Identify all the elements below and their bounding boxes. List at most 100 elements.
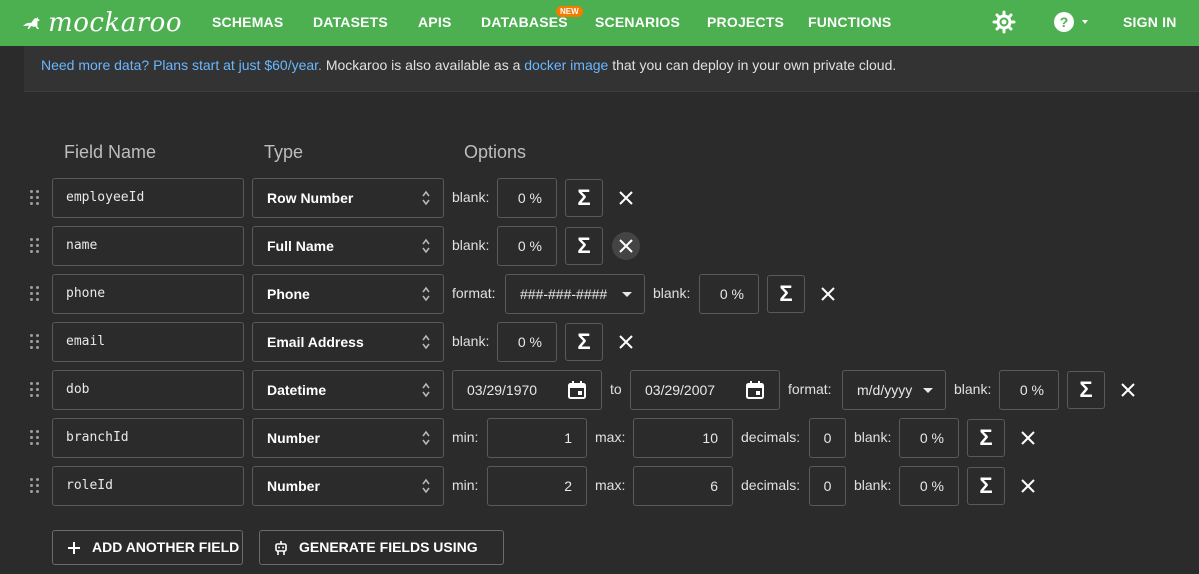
- generate-ai-label: GENERATE FIELDS USING AI...: [299, 539, 478, 574]
- delete-field-button[interactable]: [1014, 472, 1042, 500]
- field-type-label: Email Address: [267, 334, 364, 350]
- field-type-label: Number: [267, 478, 320, 494]
- pricing-link[interactable]: Need more data? Plans start at just $60/…: [41, 57, 322, 73]
- field-name-input[interactable]: branchId: [52, 418, 244, 458]
- blank-label: blank:: [854, 429, 892, 445]
- theme-toggle-icon[interactable]: [992, 10, 1016, 34]
- caret-down-icon: [923, 388, 933, 393]
- field-name-input[interactable]: email: [52, 322, 244, 362]
- help-menu-icon[interactable]: ?: [1053, 10, 1093, 34]
- decimals-input[interactable]: 0: [809, 466, 846, 506]
- nav-databases[interactable]: DATABASES: [481, 14, 568, 30]
- options-header: Options: [464, 142, 527, 162]
- nav-schemas[interactable]: SCHEMAS: [212, 14, 283, 30]
- format-label: format:: [452, 285, 496, 301]
- drag-handle-icon[interactable]: [30, 238, 40, 254]
- updown-icon: [422, 238, 430, 254]
- min-label: min:: [452, 477, 479, 493]
- max-input[interactable]: 6: [633, 466, 733, 506]
- updown-icon: [422, 478, 430, 494]
- sign-in-link[interactable]: SIGN IN: [1123, 14, 1177, 30]
- drag-handle-icon[interactable]: [30, 334, 40, 350]
- close-icon: [821, 287, 835, 301]
- calendar-icon[interactable]: [745, 380, 765, 400]
- blank-input[interactable]: 0 %: [699, 274, 759, 314]
- min-input[interactable]: 1: [487, 418, 587, 458]
- delete-field-button[interactable]: [814, 280, 842, 308]
- field-type-select[interactable]: Email Address: [252, 322, 444, 362]
- updown-icon: [422, 382, 430, 398]
- field-name-input[interactable]: roleId: [52, 466, 244, 506]
- calendar-icon[interactable]: [567, 380, 587, 400]
- updown-icon: [422, 190, 430, 206]
- new-badge: NEW: [556, 6, 583, 17]
- blank-label: blank:: [452, 237, 490, 253]
- delete-field-button[interactable]: [612, 328, 640, 356]
- blank-input[interactable]: 0 %: [497, 322, 557, 362]
- field-type-label: Full Name: [267, 238, 334, 254]
- field-type-select[interactable]: Row Number: [252, 178, 444, 218]
- formula-button[interactable]: Σ: [967, 467, 1005, 505]
- date-to-input[interactable]: 03/29/2007: [630, 370, 780, 410]
- date-from-input[interactable]: 03/29/1970: [452, 370, 602, 410]
- delete-field-button[interactable]: [1114, 376, 1142, 404]
- format-dropdown[interactable]: m/d/yyyy: [842, 370, 946, 410]
- add-field-button[interactable]: ADD ANOTHER FIELD: [52, 530, 243, 565]
- updown-icon: [422, 286, 430, 302]
- field-name-input[interactable]: dob: [52, 370, 244, 410]
- field-type-select[interactable]: Full Name: [252, 226, 444, 266]
- nav-functions[interactable]: FUNCTIONS: [808, 14, 891, 30]
- top-navbar: mockaroo SCHEMAS DATASETS APIS DATABASES…: [0, 0, 1199, 46]
- nav-datasets[interactable]: DATASETS: [313, 14, 388, 30]
- docker-link[interactable]: docker image: [524, 57, 608, 73]
- min-input[interactable]: 2: [487, 466, 587, 506]
- formula-button[interactable]: Σ: [967, 419, 1005, 457]
- mockaroo-logo[interactable]: mockaroo: [22, 8, 182, 38]
- blank-input[interactable]: 0 %: [899, 466, 959, 506]
- banner-text-2: that you can deploy in your own private …: [608, 57, 897, 73]
- generate-ai-button[interactable]: GENERATE FIELDS USING AI...: [259, 530, 504, 574]
- field-type-select[interactable]: Number: [252, 418, 444, 458]
- format-label: format:: [788, 381, 832, 397]
- blank-input[interactable]: 0 %: [999, 370, 1059, 410]
- drag-handle-icon[interactable]: [30, 382, 40, 398]
- formula-button[interactable]: Σ: [767, 275, 805, 313]
- field-type-label: Phone: [267, 286, 310, 302]
- field-type-select[interactable]: Number: [252, 466, 444, 506]
- plus-icon: [68, 542, 80, 554]
- field-name-input[interactable]: employeeId: [52, 178, 244, 218]
- formula-button[interactable]: Σ: [565, 179, 603, 217]
- drag-handle-icon[interactable]: [30, 190, 40, 206]
- blank-input[interactable]: 0 %: [497, 226, 557, 266]
- close-icon: [1121, 383, 1135, 397]
- blank-label: blank:: [854, 477, 892, 493]
- formula-button[interactable]: Σ: [565, 227, 603, 265]
- format-value: ###-###-####: [520, 286, 608, 302]
- blank-input[interactable]: 0 %: [497, 178, 557, 218]
- formula-button[interactable]: Σ: [565, 323, 603, 361]
- nav-apis[interactable]: APIS: [418, 14, 451, 30]
- delete-field-button[interactable]: [1014, 424, 1042, 452]
- format-value: m/d/yyyy: [857, 382, 913, 398]
- min-label: min:: [452, 429, 479, 445]
- decimals-input[interactable]: 0: [809, 418, 846, 458]
- delete-field-button[interactable]: [612, 184, 640, 212]
- nav-scenarios[interactable]: SCENARIOS: [595, 14, 680, 30]
- nav-projects[interactable]: PROJECTS: [707, 14, 784, 30]
- logo-text: mockaroo: [48, 8, 182, 38]
- blank-input[interactable]: 0 %: [899, 418, 959, 458]
- drag-handle-icon[interactable]: [30, 478, 40, 494]
- date-from-value: 03/29/1970: [467, 382, 538, 398]
- field-type-select[interactable]: Phone: [252, 274, 444, 314]
- blank-label: blank:: [452, 333, 490, 349]
- drag-handle-icon[interactable]: [30, 286, 40, 302]
- close-icon: [619, 335, 633, 349]
- field-type-select[interactable]: Datetime: [252, 370, 444, 410]
- field-name-input[interactable]: name: [52, 226, 244, 266]
- format-dropdown[interactable]: ###-###-####: [505, 274, 645, 314]
- field-name-input[interactable]: phone: [52, 274, 244, 314]
- drag-handle-icon[interactable]: [30, 430, 40, 446]
- max-input[interactable]: 10: [633, 418, 733, 458]
- formula-button[interactable]: Σ: [1067, 371, 1105, 409]
- delete-field-button[interactable]: [612, 232, 640, 260]
